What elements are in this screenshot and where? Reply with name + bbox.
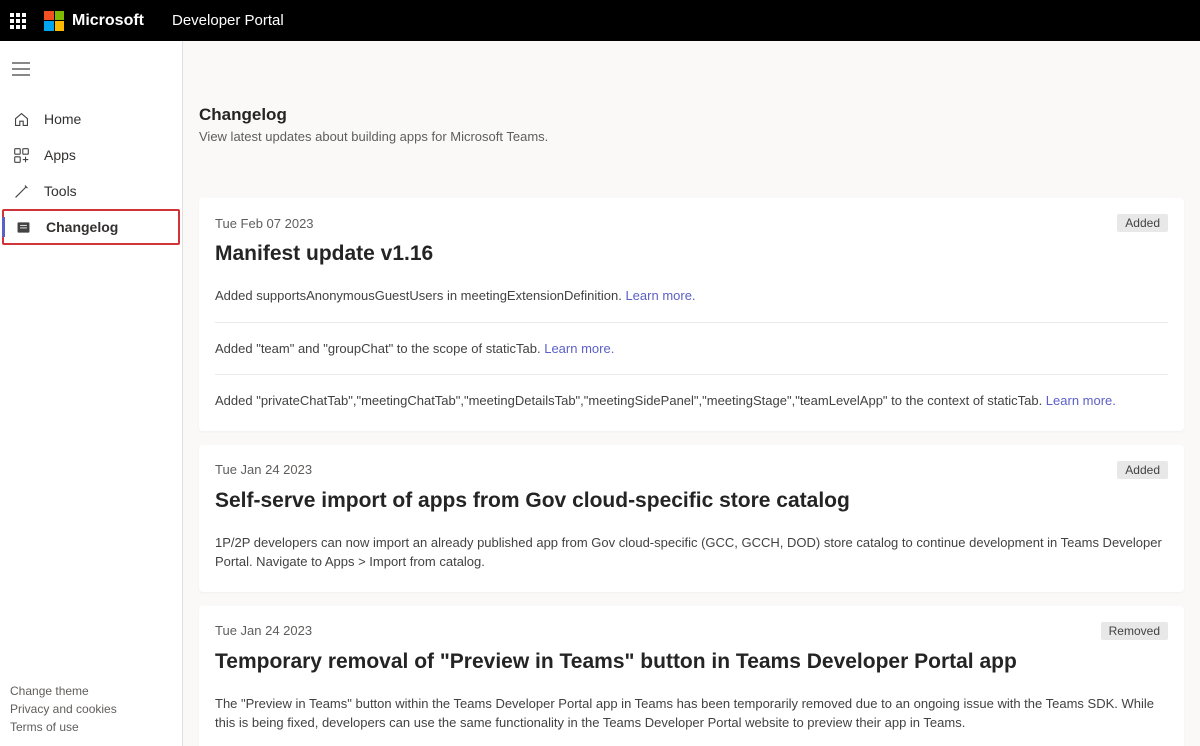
sidebar-item-label: Changelog [46,219,118,235]
entry-item: The "Preview in Teams" button within the… [215,690,1168,737]
entry-body: 1P/2P developers can now import an alrea… [215,529,1168,576]
global-header: Microsoft Developer Portal [0,0,1200,41]
brand-name: Microsoft [72,12,144,30]
nav-list: Home Apps [0,101,182,245]
entry-item-text: Added supportsAnonymousGuestUsers in mee… [215,288,625,303]
learn-more-link[interactable]: Learn more. [544,341,614,356]
entry-body: The "Preview in Teams" button within the… [215,690,1168,737]
changelog-entry: Tue Jan 24 2023 Removed Temporary removal … [199,606,1184,746]
sidebar-item-label: Apps [44,147,76,163]
sidebar-item-label: Tools [44,183,77,199]
entry-item: Added supportsAnonymousGuestUsers in mee… [215,282,1168,310]
entry-item: 1P/2P developers can now import an alrea… [215,529,1168,576]
page-header: Changelog View latest updates about buil… [183,41,1200,154]
terms-link[interactable]: Terms of use [10,718,172,736]
privacy-link[interactable]: Privacy and cookies [10,700,172,718]
entry-item-text: Added "team" and "groupChat" to the scop… [215,341,544,356]
tools-icon [12,182,30,200]
sidebar-item-apps[interactable]: Apps [0,137,182,173]
entry-meta: Tue Feb 07 2023 Added [215,214,1168,232]
entry-item-text: Added "privateChatTab","meetingChatTab",… [215,393,1046,408]
learn-more-link[interactable]: Learn more. [625,288,695,303]
apps-icon [12,146,30,164]
entry-title: Temporary removal of "Preview in Teams" … [215,650,1168,674]
entry-item: Added "team" and "groupChat" to the scop… [215,335,1168,363]
status-badge: Removed [1101,622,1168,640]
microsoft-logo-icon [44,11,64,31]
changelog-entry: Tue Feb 07 2023 Added Manifest update v1.1… [199,198,1184,431]
sidebar-item-changelog[interactable]: Changelog [2,209,180,245]
entry-item: Added "privateChatTab","meetingChatTab",… [215,387,1168,415]
entry-body: Added supportsAnonymousGuestUsers in mee… [215,282,1168,415]
portal-title[interactable]: Developer Portal [172,12,284,29]
sidebar: Home Apps [0,41,183,746]
status-badge: Added [1117,461,1168,479]
sidebar-item-tools[interactable]: Tools [0,173,182,209]
sidebar-item-home[interactable]: Home [0,101,182,137]
status-badge: Added [1117,214,1168,232]
entry-meta: Tue Jan 24 2023 Removed [215,622,1168,640]
hamburger-icon [12,60,30,78]
entry-date: Tue Feb 07 2023 [215,216,314,231]
home-icon [12,110,30,128]
changelog-icon [14,218,32,236]
sidebar-footer: Change theme Privacy and cookies Terms o… [0,682,182,746]
entry-item-text: The "Preview in Teams" button within the… [215,696,1154,731]
change-theme-link[interactable]: Change theme [10,682,172,700]
entry-title: Self-serve import of apps from Gov cloud… [215,489,1168,513]
main-container: Home Apps [0,41,1200,746]
entry-item-text: 1P/2P developers can now import an alrea… [215,535,1162,570]
changelog-entry: Tue Jan 24 2023 Added Self-serve import of… [199,445,1184,592]
entry-meta: Tue Jan 24 2023 Added [215,461,1168,479]
hamburger-button[interactable] [0,55,182,89]
entry-divider [215,374,1168,375]
main-content: Changelog View latest updates about buil… [183,41,1200,746]
entry-date: Tue Jan 24 2023 [215,462,312,477]
learn-more-link[interactable]: Learn more. [1046,393,1116,408]
entry-divider [215,322,1168,323]
page-title: Changelog [199,105,1184,125]
entry-date: Tue Jan 24 2023 [215,623,312,638]
sidebar-item-label: Home [44,111,81,127]
entry-title: Manifest update v1.16 [215,242,1168,266]
page-subtitle: View latest updates about building apps … [199,129,1184,144]
app-launcher-icon[interactable] [10,13,26,29]
changelog-list: Tue Feb 07 2023 Added Manifest update v1.1… [183,154,1200,746]
